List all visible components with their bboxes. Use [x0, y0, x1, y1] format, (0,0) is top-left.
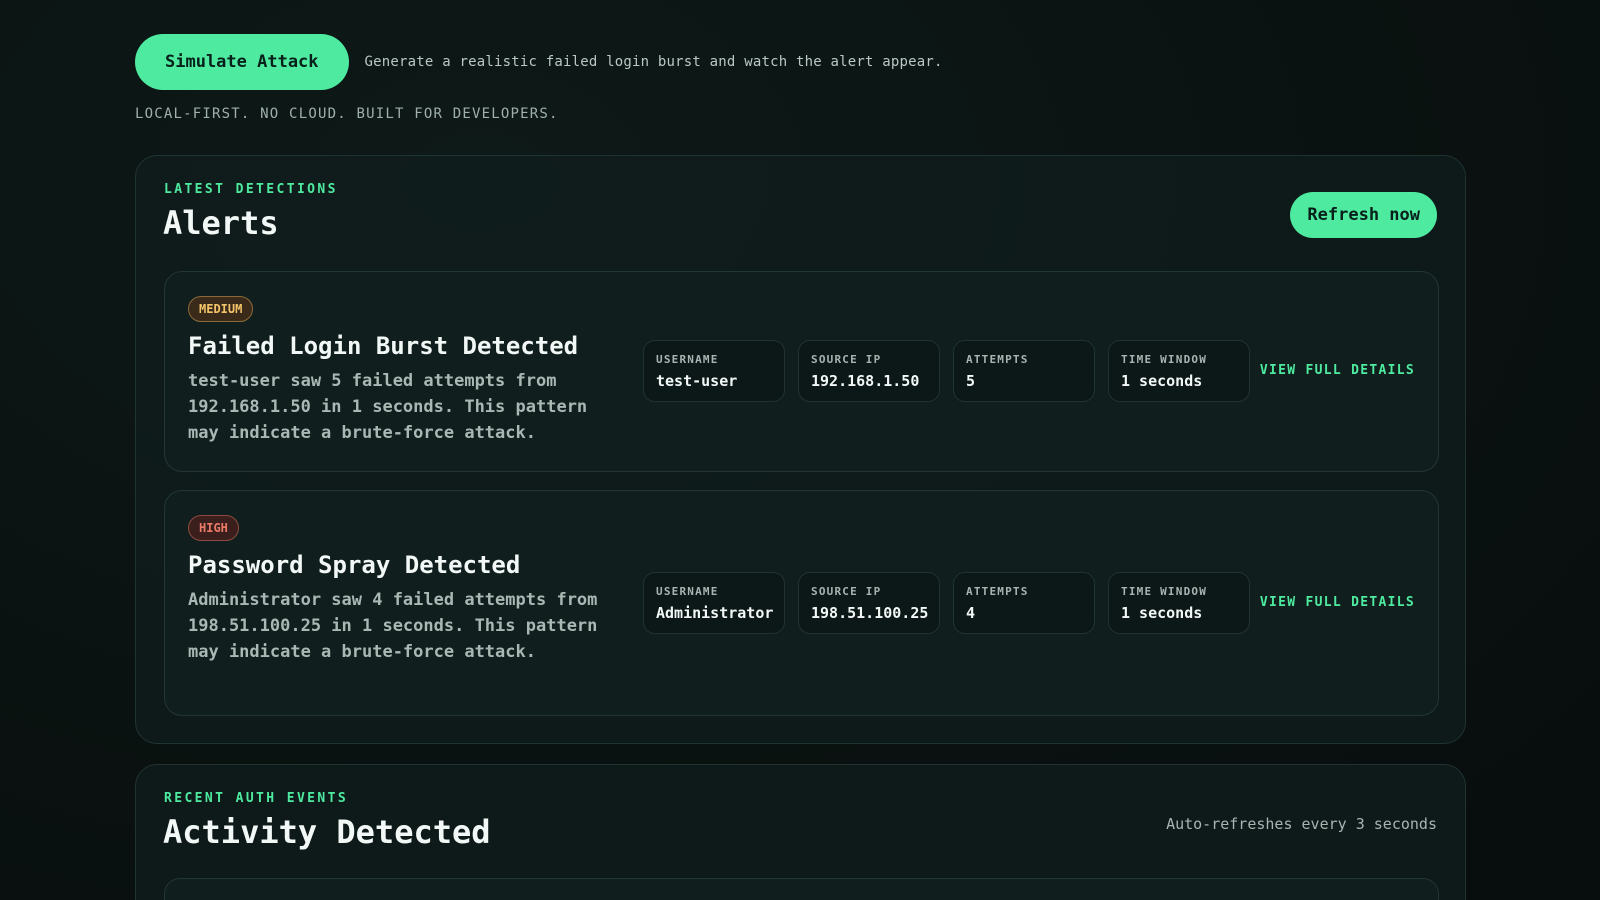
activity-eyebrow: RECENT AUTH EVENTS	[164, 791, 349, 806]
alerts-panel: LATEST DETECTIONS Alerts Refresh now MED…	[135, 155, 1466, 744]
stat-value: 192.168.1.50	[811, 372, 920, 390]
toolbar: Simulate Attack Generate a realistic fai…	[135, 34, 943, 90]
stat-time-window: TIME WINDOW 1 seconds	[1108, 340, 1250, 402]
refresh-now-button[interactable]: Refresh now	[1290, 192, 1437, 238]
stat-value: 198.51.100.25	[811, 604, 929, 622]
view-full-details-link[interactable]: VIEW FULL DETAILS	[1260, 363, 1415, 378]
stat-username: USERNAME Administrator	[643, 572, 785, 634]
alert-card: HIGH Password Spray Detected Administrat…	[164, 490, 1439, 716]
alert-description: Administrator saw 4 failed attempts from…	[188, 590, 598, 662]
stat-attempts: ATTEMPTS 4	[953, 572, 1095, 634]
alert-description: test-user saw 5 failed attempts from 192…	[188, 371, 588, 443]
stat-label: SOURCE IP	[811, 353, 882, 366]
stat-source-ip: SOURCE IP 198.51.100.25	[798, 572, 940, 634]
view-full-details-link[interactable]: VIEW FULL DETAILS	[1260, 595, 1415, 610]
severity-badge-high: HIGH	[188, 515, 239, 541]
simulate-attack-button[interactable]: Simulate Attack	[135, 34, 349, 90]
stat-label: USERNAME	[656, 585, 719, 598]
alerts-title: Alerts	[163, 204, 279, 242]
stat-label: ATTEMPTS	[966, 585, 1029, 598]
simulate-description: Generate a realistic failed login burst …	[364, 54, 943, 70]
auto-refresh-note: Auto-refreshes every 3 seconds	[1166, 815, 1437, 833]
alerts-eyebrow: LATEST DETECTIONS	[164, 182, 338, 197]
alert-title: Password Spray Detected	[188, 551, 521, 579]
stat-label: ATTEMPTS	[966, 353, 1029, 366]
stat-label: TIME WINDOW	[1121, 353, 1208, 366]
stat-attempts: ATTEMPTS 5	[953, 340, 1095, 402]
stat-value: 1 seconds	[1121, 604, 1203, 622]
tagline: LOCAL-FIRST. NO CLOUD. BUILT FOR DEVELOP…	[135, 106, 559, 122]
alert-card: MEDIUM Failed Login Burst Detected test-…	[164, 271, 1439, 472]
alert-stats: USERNAME test-user SOURCE IP 192.168.1.5…	[643, 340, 1250, 402]
stat-label: USERNAME	[656, 353, 719, 366]
stat-source-ip: SOURCE IP 192.168.1.50	[798, 340, 940, 402]
stat-value: test-user	[656, 372, 738, 390]
stat-value: Administrator	[656, 604, 774, 622]
severity-badge-medium: MEDIUM	[188, 296, 254, 322]
activity-panel: RECENT AUTH EVENTS Activity Detected Aut…	[135, 764, 1466, 900]
page: Simulate Attack Generate a realistic fai…	[0, 0, 1600, 900]
stat-value: 5	[966, 372, 976, 390]
alert-stats: USERNAME Administrator SOURCE IP 198.51.…	[643, 572, 1250, 634]
stat-label: SOURCE IP	[811, 585, 882, 598]
stat-value: 1 seconds	[1121, 372, 1203, 390]
activity-title: Activity Detected	[163, 813, 491, 851]
stat-time-window: TIME WINDOW 1 seconds	[1108, 572, 1250, 634]
stat-username: USERNAME test-user	[643, 340, 785, 402]
stat-value: 4	[966, 604, 976, 622]
list-item	[164, 878, 1439, 900]
stat-label: TIME WINDOW	[1121, 585, 1208, 598]
alert-title: Failed Login Burst Detected	[188, 332, 579, 360]
